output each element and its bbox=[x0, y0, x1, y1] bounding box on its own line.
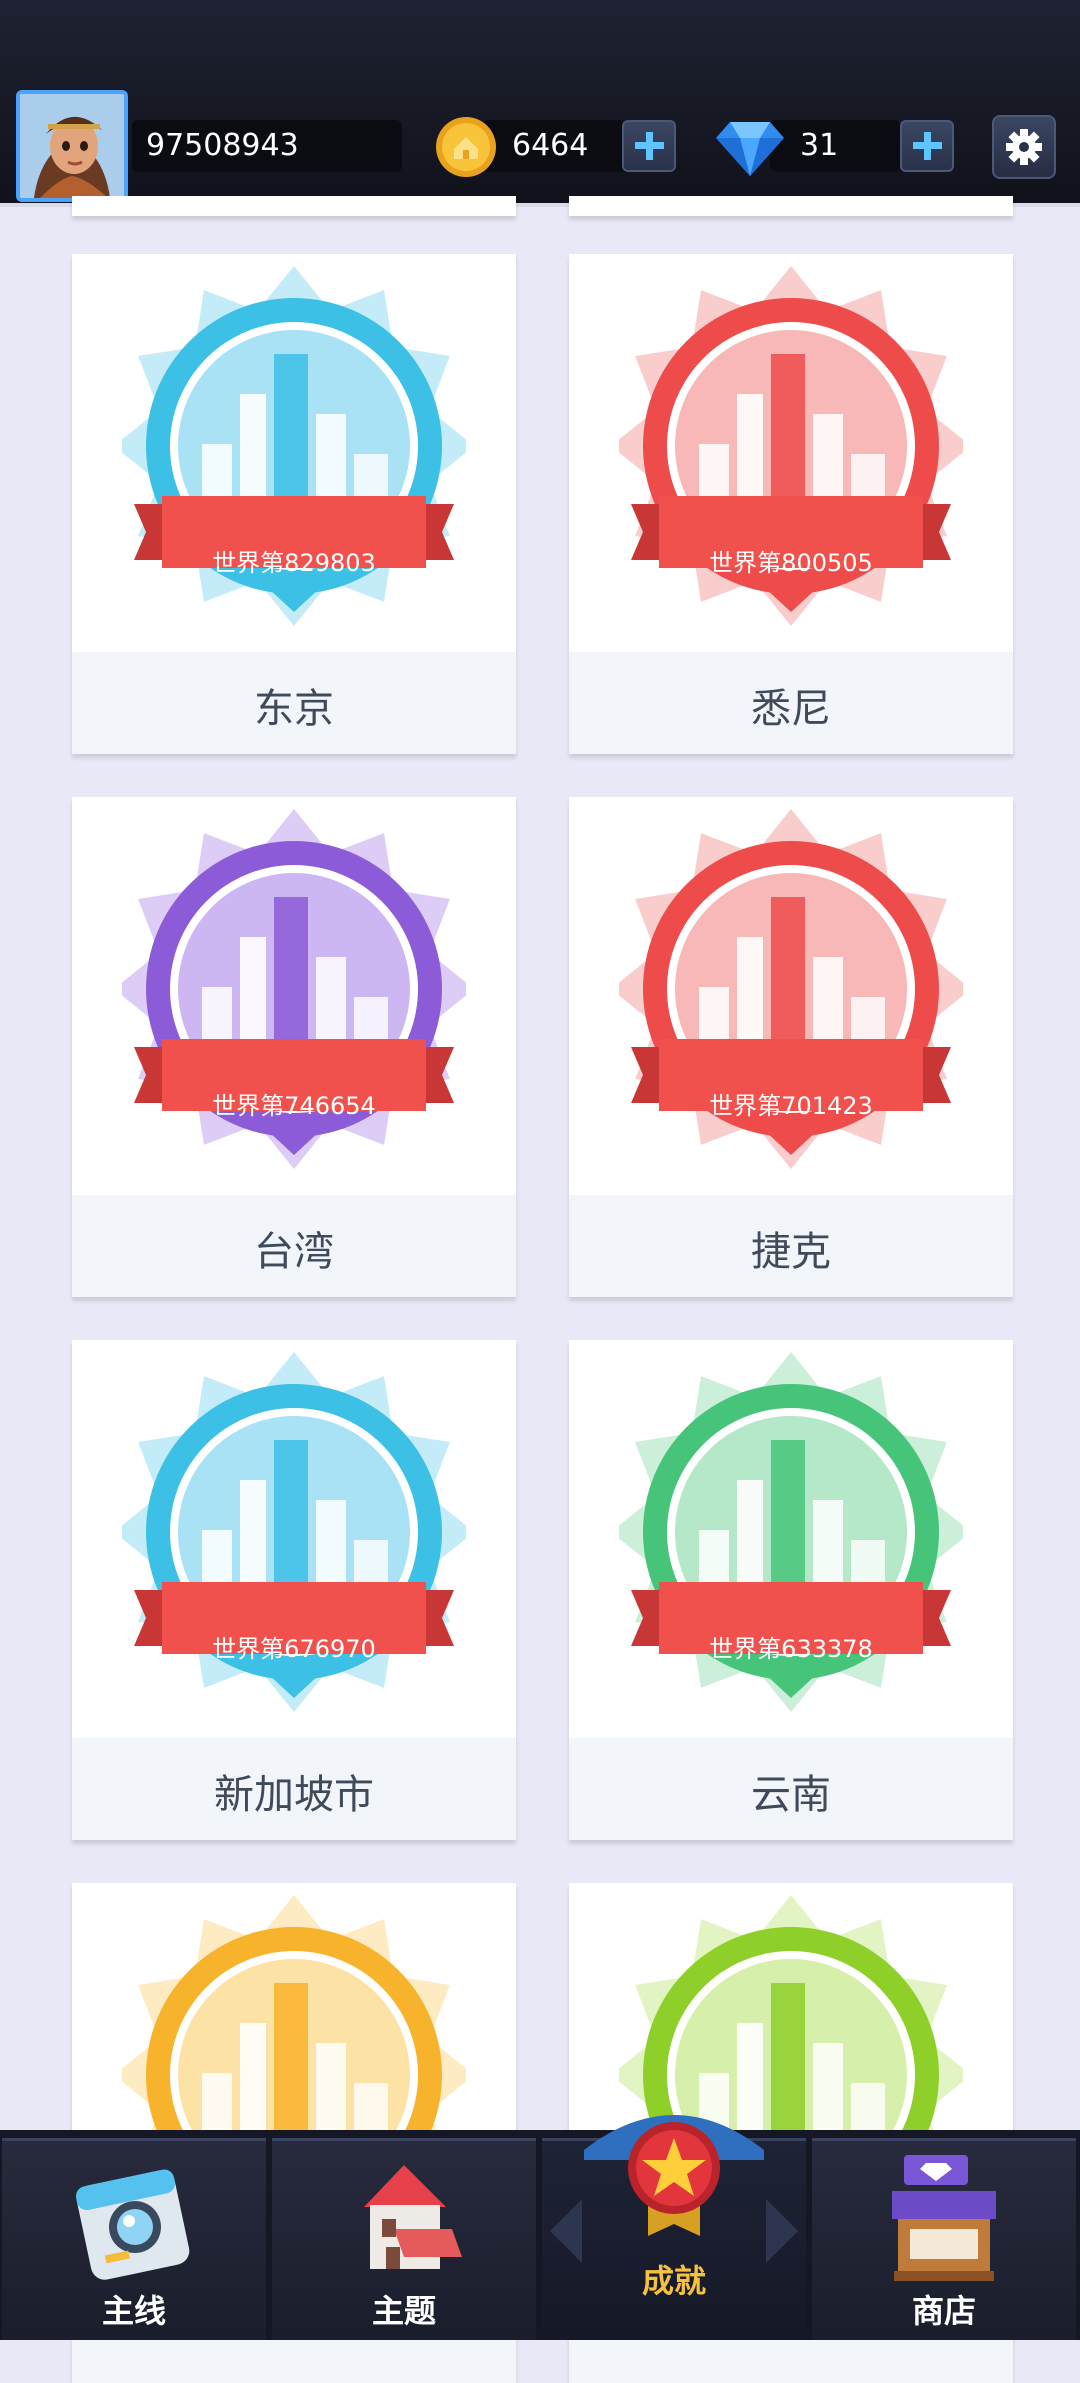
gem-counter: 31 bbox=[770, 120, 900, 172]
medal-star-icon bbox=[584, 2115, 764, 2236]
world-rank-label: 世界第633378 bbox=[709, 1635, 873, 1663]
gear-icon bbox=[1006, 129, 1042, 165]
achievement-card[interactable]: 世界第676970 新加坡市 bbox=[72, 1340, 516, 1840]
nav-label-shop: 商店 bbox=[911, 2292, 976, 2330]
avatar-portrait-icon bbox=[20, 94, 124, 198]
plus-icon bbox=[635, 132, 664, 160]
city-badge-icon bbox=[122, 266, 466, 626]
add-coins-button[interactable] bbox=[622, 120, 676, 172]
city-badge-icon bbox=[122, 809, 466, 1169]
nav-tab-main[interactable]: 主线 bbox=[2, 2138, 266, 2340]
city-badge-icon bbox=[619, 266, 963, 626]
city-name: 新加坡市 bbox=[214, 1772, 374, 1818]
player-id-text: 97508943 bbox=[146, 128, 299, 163]
gem-count-text: 31 bbox=[800, 128, 839, 163]
player-id-display: 97508943 bbox=[132, 120, 402, 172]
achievement-card[interactable]: 世界第633378 云南 bbox=[569, 1340, 1013, 1840]
previous-card-edge bbox=[72, 196, 516, 216]
achievement-card[interactable]: 世界第746654 台湾 bbox=[72, 797, 516, 1297]
city-name: 东京 bbox=[254, 686, 334, 732]
coin-count-text: 6464 bbox=[512, 128, 589, 163]
world-rank-label: 世界第676970 bbox=[212, 1635, 376, 1663]
city-badge-icon bbox=[619, 809, 963, 1169]
player-avatar[interactable] bbox=[16, 90, 128, 202]
world-rank-label: 世界第829803 bbox=[212, 549, 376, 577]
nav-label-main: 主线 bbox=[101, 2292, 166, 2330]
world-rank-label: 世界第746654 bbox=[212, 1092, 376, 1120]
coin-icon bbox=[436, 117, 496, 177]
world-rank-label: 世界第701423 bbox=[709, 1092, 873, 1120]
city-badge-icon bbox=[122, 1352, 466, 1712]
nav-tab-theme[interactable]: 主题 bbox=[272, 2138, 536, 2340]
badge-landmark bbox=[274, 1983, 308, 2153]
achievement-card[interactable]: 世界第829803 东京 bbox=[72, 254, 516, 754]
nav-label-theme: 主题 bbox=[371, 2292, 436, 2330]
city-name: 悉尼 bbox=[751, 686, 831, 732]
settings-button[interactable] bbox=[992, 115, 1056, 179]
camera-icon bbox=[75, 2169, 190, 2280]
diamond-icon bbox=[716, 122, 784, 176]
shop-icon bbox=[892, 2155, 996, 2281]
world-rank-label: 世界第800505 bbox=[709, 549, 873, 577]
plus-icon bbox=[913, 132, 942, 160]
achievement-card[interactable]: 世界第800505 悉尼 bbox=[569, 254, 1013, 754]
house-icon bbox=[364, 2165, 462, 2269]
city-name: 捷克 bbox=[751, 1229, 831, 1275]
add-gems-button[interactable] bbox=[900, 120, 954, 172]
achievement-card[interactable]: 世界第701423 捷克 bbox=[569, 797, 1013, 1297]
city-name: 台湾 bbox=[254, 1229, 334, 1275]
nav-label-achievements: 成就 bbox=[641, 2262, 706, 2300]
nav-tab-shop[interactable]: 商店 bbox=[812, 2138, 1076, 2340]
previous-card-edge bbox=[569, 196, 1013, 216]
badge-landmark bbox=[771, 1983, 805, 2153]
top-bar: 97508943 6464 31 bbox=[0, 0, 1080, 207]
city-name: 云南 bbox=[751, 1772, 831, 1818]
city-badge-icon bbox=[619, 1352, 963, 1712]
